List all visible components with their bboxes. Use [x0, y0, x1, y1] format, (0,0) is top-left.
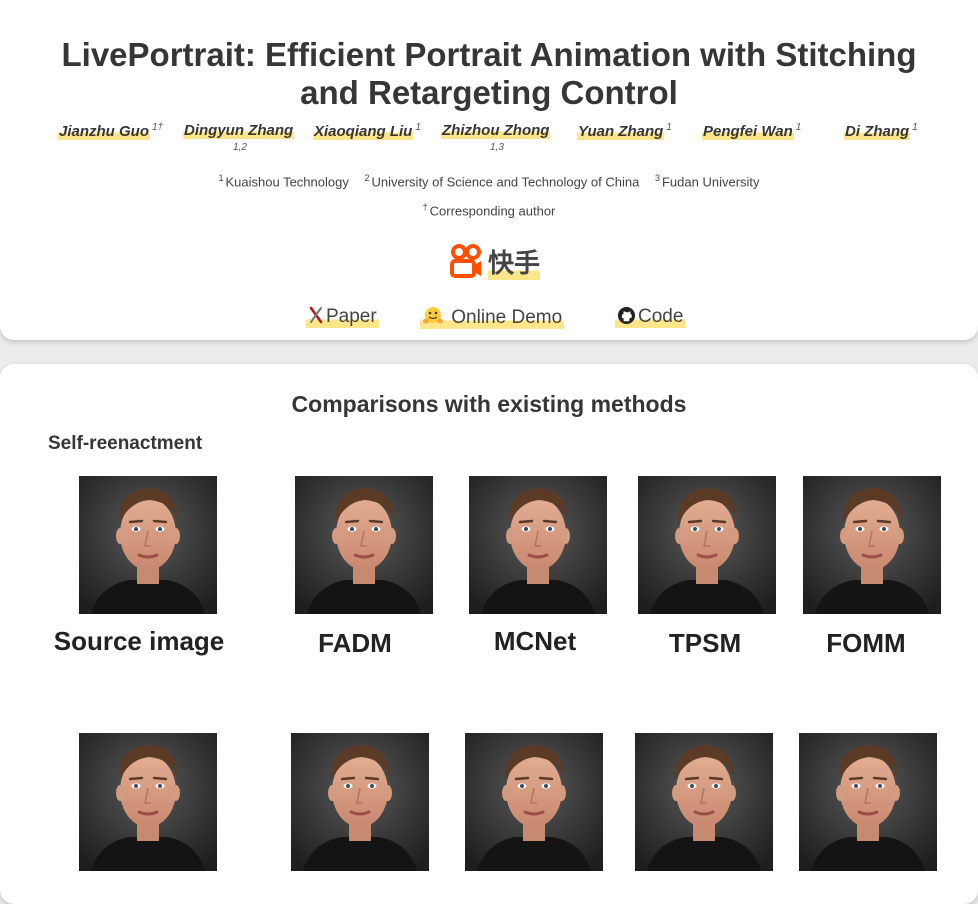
corresponding-note: † Corresponding author: [422, 202, 556, 219]
kuaishou-logo[interactable]: 快手: [448, 242, 541, 280]
page-title: LivePortrait: Efficient Portrait Animati…: [61, 36, 917, 111]
author-list: Jianzhu Guo 1† Dingyun Zhang 1,2 Xiaoqian…: [0, 122, 978, 162]
tpsm-portrait: [638, 476, 776, 614]
hugging-face-icon: [423, 307, 443, 324]
driving-portrait-4: [635, 733, 773, 871]
driving-portrait-5: [799, 733, 937, 871]
driving-portrait-2: [291, 733, 429, 871]
driving-portrait-3: [465, 733, 603, 871]
author-dingyun-zhang[interactable]: Dingyun Zhang 1,2: [183, 122, 295, 153]
online-demo-link[interactable]: Online Demo: [420, 306, 565, 329]
author-jianzhu-guo[interactable]: Jianzhu Guo 1†: [58, 122, 163, 140]
affiliations: 1 Kuaishou Technology 2 University of Scie…: [218, 173, 760, 190]
fomm-portrait: [803, 476, 941, 614]
source-image-portrait: [79, 476, 217, 614]
subsection-title: Self-reenactment: [48, 433, 203, 454]
code-link[interactable]: Code: [615, 306, 686, 328]
caption-fomm: FOMM: [826, 628, 906, 658]
section-title: Comparisons with existing methods: [291, 391, 687, 417]
driving-portrait-1: [79, 733, 217, 871]
arxiv-icon: [309, 306, 323, 324]
caption-fadm: FADM: [318, 628, 392, 658]
caption-source-image: Source image: [53, 626, 225, 656]
fadm-portrait: [295, 476, 433, 614]
paper-link[interactable]: Paper: [306, 306, 379, 328]
author-pengfei-wan[interactable]: Pengfei Wan 1: [702, 122, 801, 140]
author-zhizhou-zhong[interactable]: Zhizhou Zhong 1,3: [441, 122, 551, 153]
mcnet-portrait: [469, 476, 607, 614]
author-xiaoqiang-liu[interactable]: Xiaoqiang Liu 1: [313, 122, 421, 140]
link-bar: Paper Online Demo Code: [0, 306, 978, 340]
author-yuan-zhang[interactable]: Yuan Zhang 1: [577, 122, 672, 140]
author-di-zhang[interactable]: Di Zhang 1: [844, 122, 918, 140]
kuaishou-camera-icon: [450, 244, 481, 278]
github-icon: [617, 306, 636, 325]
